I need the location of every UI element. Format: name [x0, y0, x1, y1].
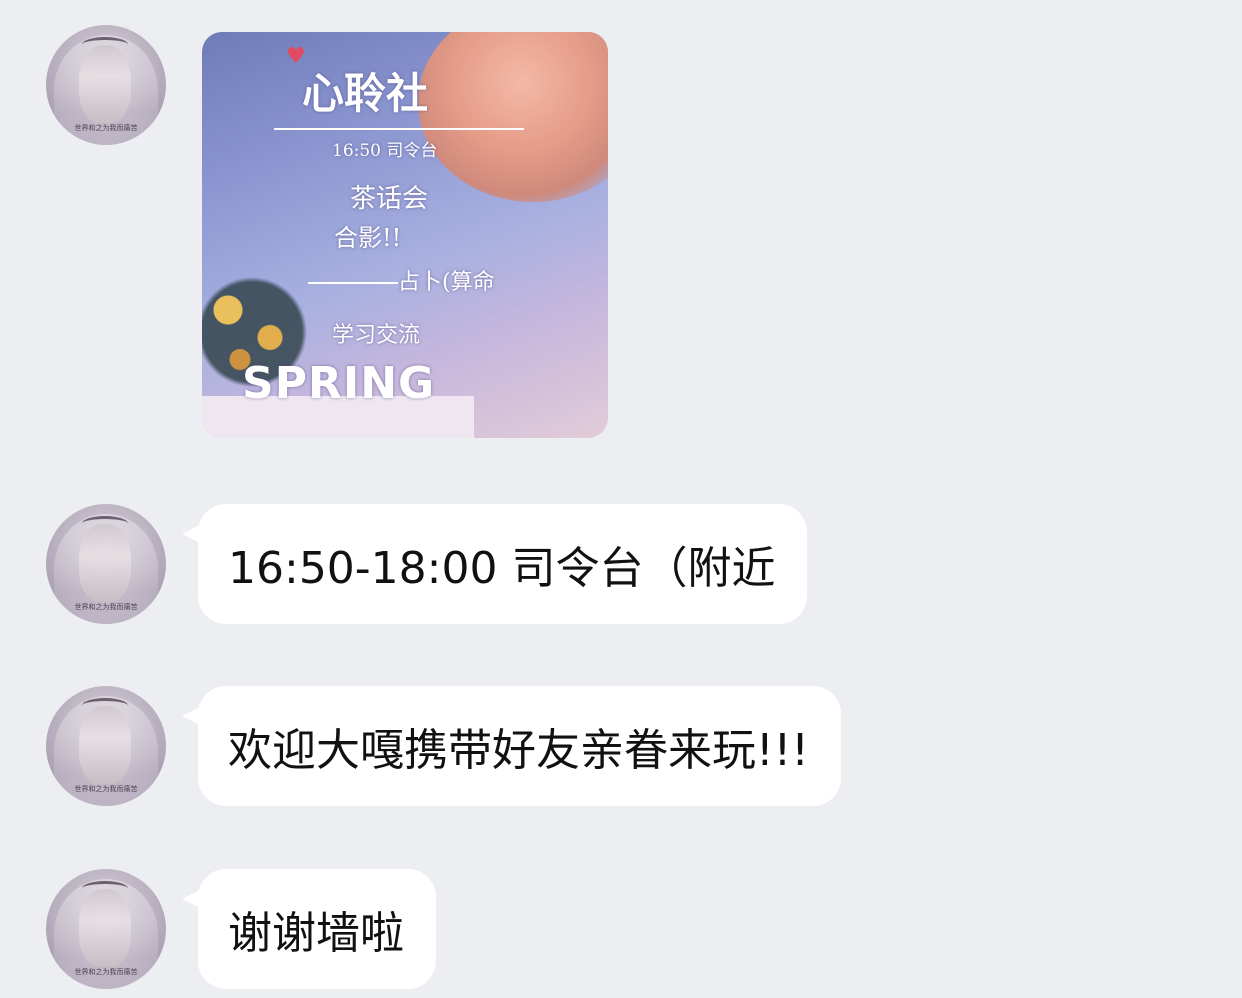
avatar-crown [82, 516, 128, 531]
poster-study: 学习交流 [332, 323, 421, 348]
sender-avatar[interactable]: 世界和之为我而痛苦 [46, 869, 166, 989]
poster-divider [274, 128, 524, 130]
avatar-watermark: 世界和之为我而痛苦 [74, 785, 138, 793]
poster-tea-party: 茶话会 [350, 184, 429, 214]
image-message-poster[interactable]: ♥ 心聆社 16:50 司令台 茶话会 合影!! 占卜(算命 学习交流 SPRI… [202, 32, 608, 438]
message-bubble[interactable]: 16:50-18:00 司令台（附近 [181, 504, 808, 624]
poster-spring: SPRING [242, 358, 436, 409]
sender-avatar[interactable]: 世界和之为我而痛苦 [46, 686, 166, 806]
avatar-face [79, 706, 131, 784]
avatar-watermark: 世界和之为我而痛苦 [74, 603, 138, 611]
poster-time: 16:50 司令台 [332, 141, 438, 161]
poster-title: 心聆社 [302, 69, 429, 118]
poster-photo: 合影!! [334, 224, 402, 252]
avatar-crown [82, 37, 128, 52]
avatar-watermark: 世界和之为我而痛苦 [74, 124, 138, 132]
message-bubble[interactable]: 欢迎大嘎携带好友亲眷来玩!!! [182, 686, 841, 806]
avatar-watermark: 世界和之为我而痛苦 [74, 968, 138, 976]
avatar-crown [82, 698, 128, 713]
avatar-face [79, 889, 131, 967]
avatar-crown [82, 881, 128, 896]
poster-divination: 占卜(算命 [398, 270, 495, 295]
message-bubble[interactable]: 谢谢墙啦 [182, 869, 436, 989]
sender-avatar[interactable]: 世界和之为我而痛苦 [46, 25, 166, 145]
avatar-face [79, 45, 131, 123]
rose-decoration [418, 32, 608, 202]
arrow-right-icon [308, 282, 398, 284]
sender-avatar[interactable]: 世界和之为我而痛苦 [46, 504, 166, 624]
avatar-face [79, 524, 131, 602]
